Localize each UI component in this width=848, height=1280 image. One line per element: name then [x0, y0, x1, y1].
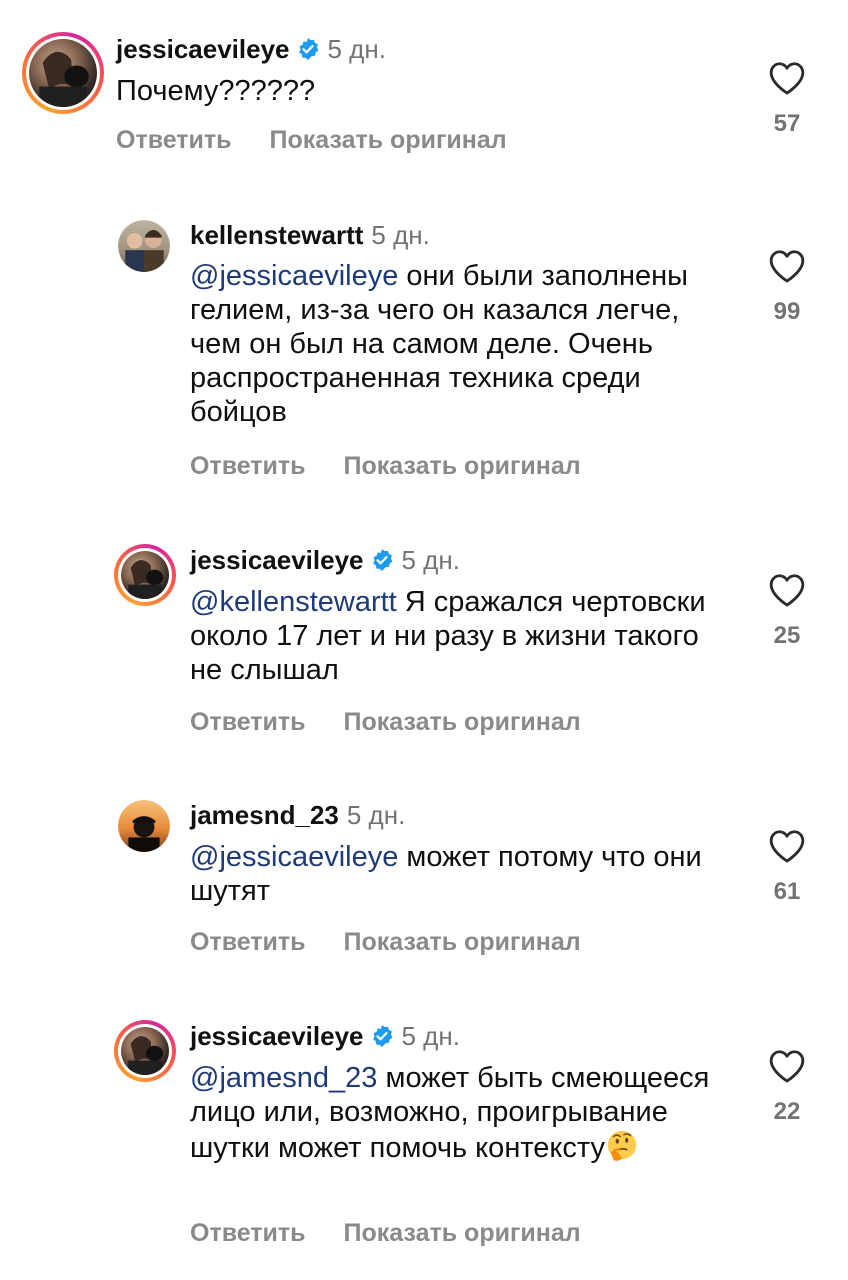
comment-actions: Ответить Показать оригинал — [190, 452, 619, 481]
timestamp: 5 дн. — [346, 800, 406, 830]
avatar[interactable] — [22, 32, 104, 114]
avatar-photo — [125, 229, 164, 272]
username[interactable]: kellenstewartt — [190, 220, 363, 250]
comment-actions: Ответить Показать оригинал — [190, 708, 619, 737]
comment-actions: Ответить Показать оригинал — [116, 126, 545, 155]
reply-button[interactable]: Ответить — [190, 1219, 306, 1247]
avatar[interactable] — [118, 800, 170, 852]
like-control: 22 — [757, 1048, 817, 1126]
thinking-face-emoji — [607, 1130, 637, 1161]
mention-link[interactable]: @jessicaevileye — [190, 260, 398, 292]
like-count: 22 — [773, 1098, 801, 1125]
username[interactable]: jessicaevileye — [116, 34, 290, 64]
username[interactable]: jessicaevileye — [190, 1021, 364, 1051]
timestamp: 5 дн. — [371, 220, 430, 250]
username[interactable]: jamesnd_23 — [190, 800, 339, 830]
mention-link[interactable]: @kellenstewartt — [190, 586, 397, 618]
show-original-button[interactable]: Показать оригинал — [270, 126, 507, 154]
avatar-photo — [128, 816, 160, 852]
like-count: 57 — [773, 110, 801, 137]
reply-button[interactable]: Ответить — [190, 452, 306, 480]
avatar[interactable] — [118, 220, 170, 272]
heart-outline-icon[interactable] — [768, 248, 806, 284]
like-count: 99 — [773, 298, 801, 325]
comment-header: jessicaevileye 5 дн. — [190, 545, 460, 576]
comment-text: @kellenstewartt Я сражался чертовски око… — [190, 585, 730, 687]
like-control: 57 — [757, 60, 817, 138]
avatar-photo — [128, 1035, 164, 1075]
like-control: 99 — [757, 248, 817, 326]
show-original-button[interactable]: Показать оригинал — [344, 928, 581, 956]
timestamp: 5 дн. — [327, 34, 386, 64]
comment-header: kellenstewartt 5 дн. — [190, 220, 430, 251]
show-original-button[interactable]: Показать оригинал — [344, 1219, 581, 1247]
timestamp: 5 дн. — [401, 545, 460, 575]
comment-text: @jessicaevileye может потому что они шут… — [190, 840, 730, 908]
comment-body: Почему?????? — [116, 75, 316, 107]
verified-badge-icon — [372, 549, 392, 571]
reply-button[interactable]: Ответить — [190, 928, 306, 956]
reply-button[interactable]: Ответить — [116, 126, 232, 154]
avatar-photo — [128, 559, 164, 599]
heart-outline-icon[interactable] — [768, 1048, 806, 1084]
comment-header: jessicaevileye 5 дн. — [190, 1021, 460, 1052]
comment-text: @jamesnd_23 может быть смеющееся лицо ил… — [190, 1061, 735, 1165]
comment-header: jamesnd_23 5 дн. — [190, 800, 405, 831]
verified-badge-icon — [372, 1025, 392, 1047]
heart-outline-icon[interactable] — [768, 572, 806, 608]
verified-badge-icon — [298, 38, 318, 60]
like-control: 61 — [757, 828, 817, 906]
show-original-button[interactable]: Показать оригинал — [344, 452, 581, 480]
heart-outline-icon[interactable] — [768, 60, 806, 96]
avatar-photo — [39, 51, 89, 107]
comment-header: jessicaevileye 5 дн. — [116, 34, 386, 65]
comment-actions: Ответить Показать оригинал — [190, 1219, 619, 1248]
heart-outline-icon[interactable] — [768, 828, 806, 864]
like-count: 61 — [773, 878, 801, 905]
show-original-button[interactable]: Показать оригинал — [344, 708, 581, 736]
comment-text: Почему?????? — [116, 74, 716, 108]
mention-link[interactable]: @jessicaevileye — [190, 841, 398, 873]
like-control: 25 — [757, 572, 817, 650]
comment-text: @jessicaevileye они были заполнены гелие… — [190, 259, 730, 429]
reply-button[interactable]: Ответить — [190, 708, 306, 736]
avatar[interactable] — [114, 1020, 176, 1082]
timestamp: 5 дн. — [401, 1021, 460, 1051]
mention-link[interactable]: @jamesnd_23 — [190, 1062, 377, 1094]
avatar[interactable] — [114, 544, 176, 606]
like-count: 25 — [773, 622, 801, 649]
comment-actions: Ответить Показать оригинал — [190, 928, 619, 957]
username[interactable]: jessicaevileye — [190, 545, 364, 575]
